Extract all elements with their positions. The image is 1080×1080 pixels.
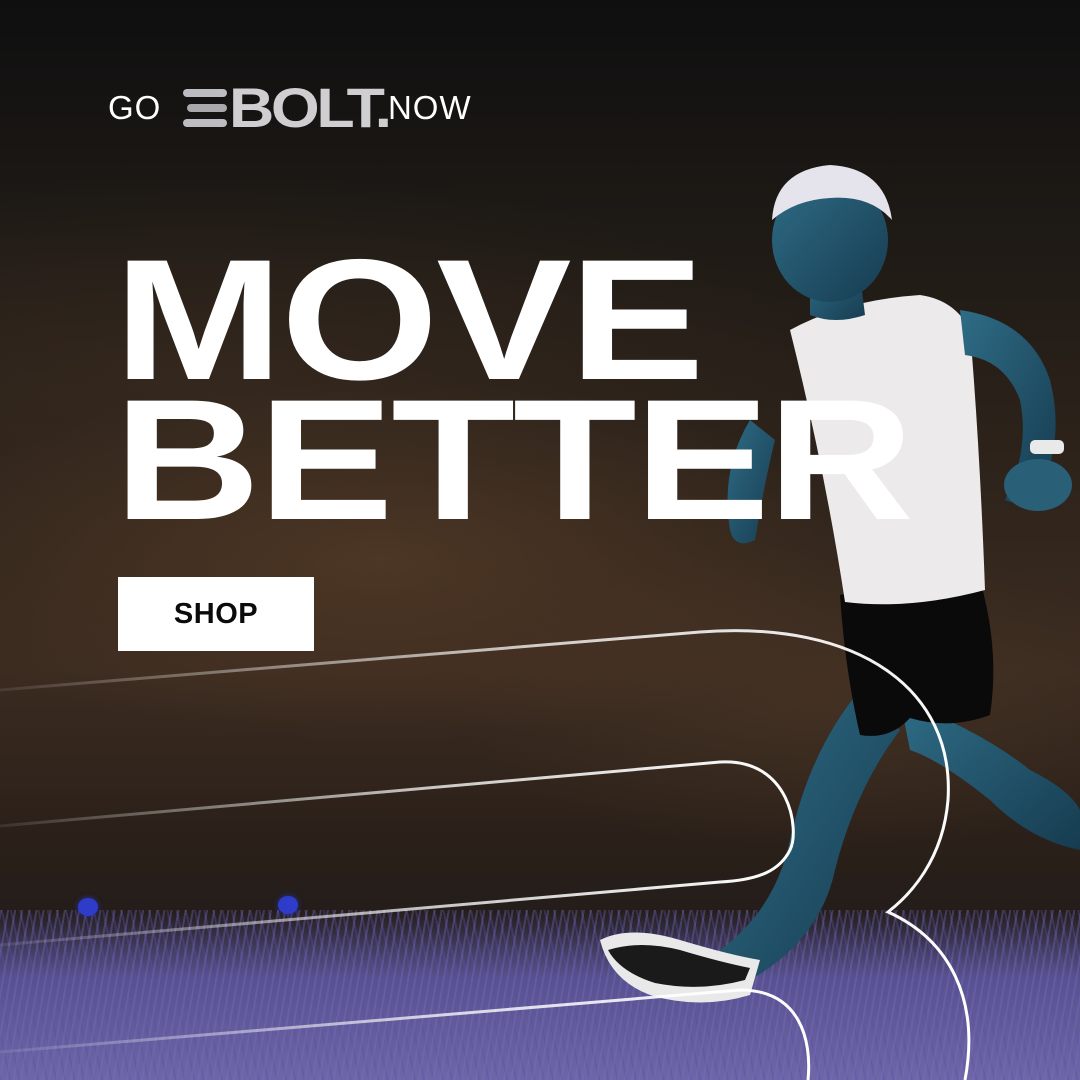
tagline-prefix: GO — [108, 89, 162, 126]
bolt-logo: BOLT. — [183, 80, 392, 136]
tagline-suffix: NOW — [387, 89, 472, 126]
speed-lines-icon — [183, 89, 228, 127]
ad-banner: GO BOLT. NOW MOVE BETTER SHOP — [0, 0, 1080, 1080]
headline: MOVE BETTER — [114, 234, 914, 546]
headline-line-2: BETTER — [114, 364, 914, 556]
shop-button[interactable]: SHOP — [118, 577, 314, 651]
blue-flower — [78, 898, 98, 916]
blue-flower — [278, 896, 298, 914]
brand-name: BOLT. — [229, 76, 392, 139]
brand-lockup: GO BOLT. NOW — [108, 80, 472, 136]
